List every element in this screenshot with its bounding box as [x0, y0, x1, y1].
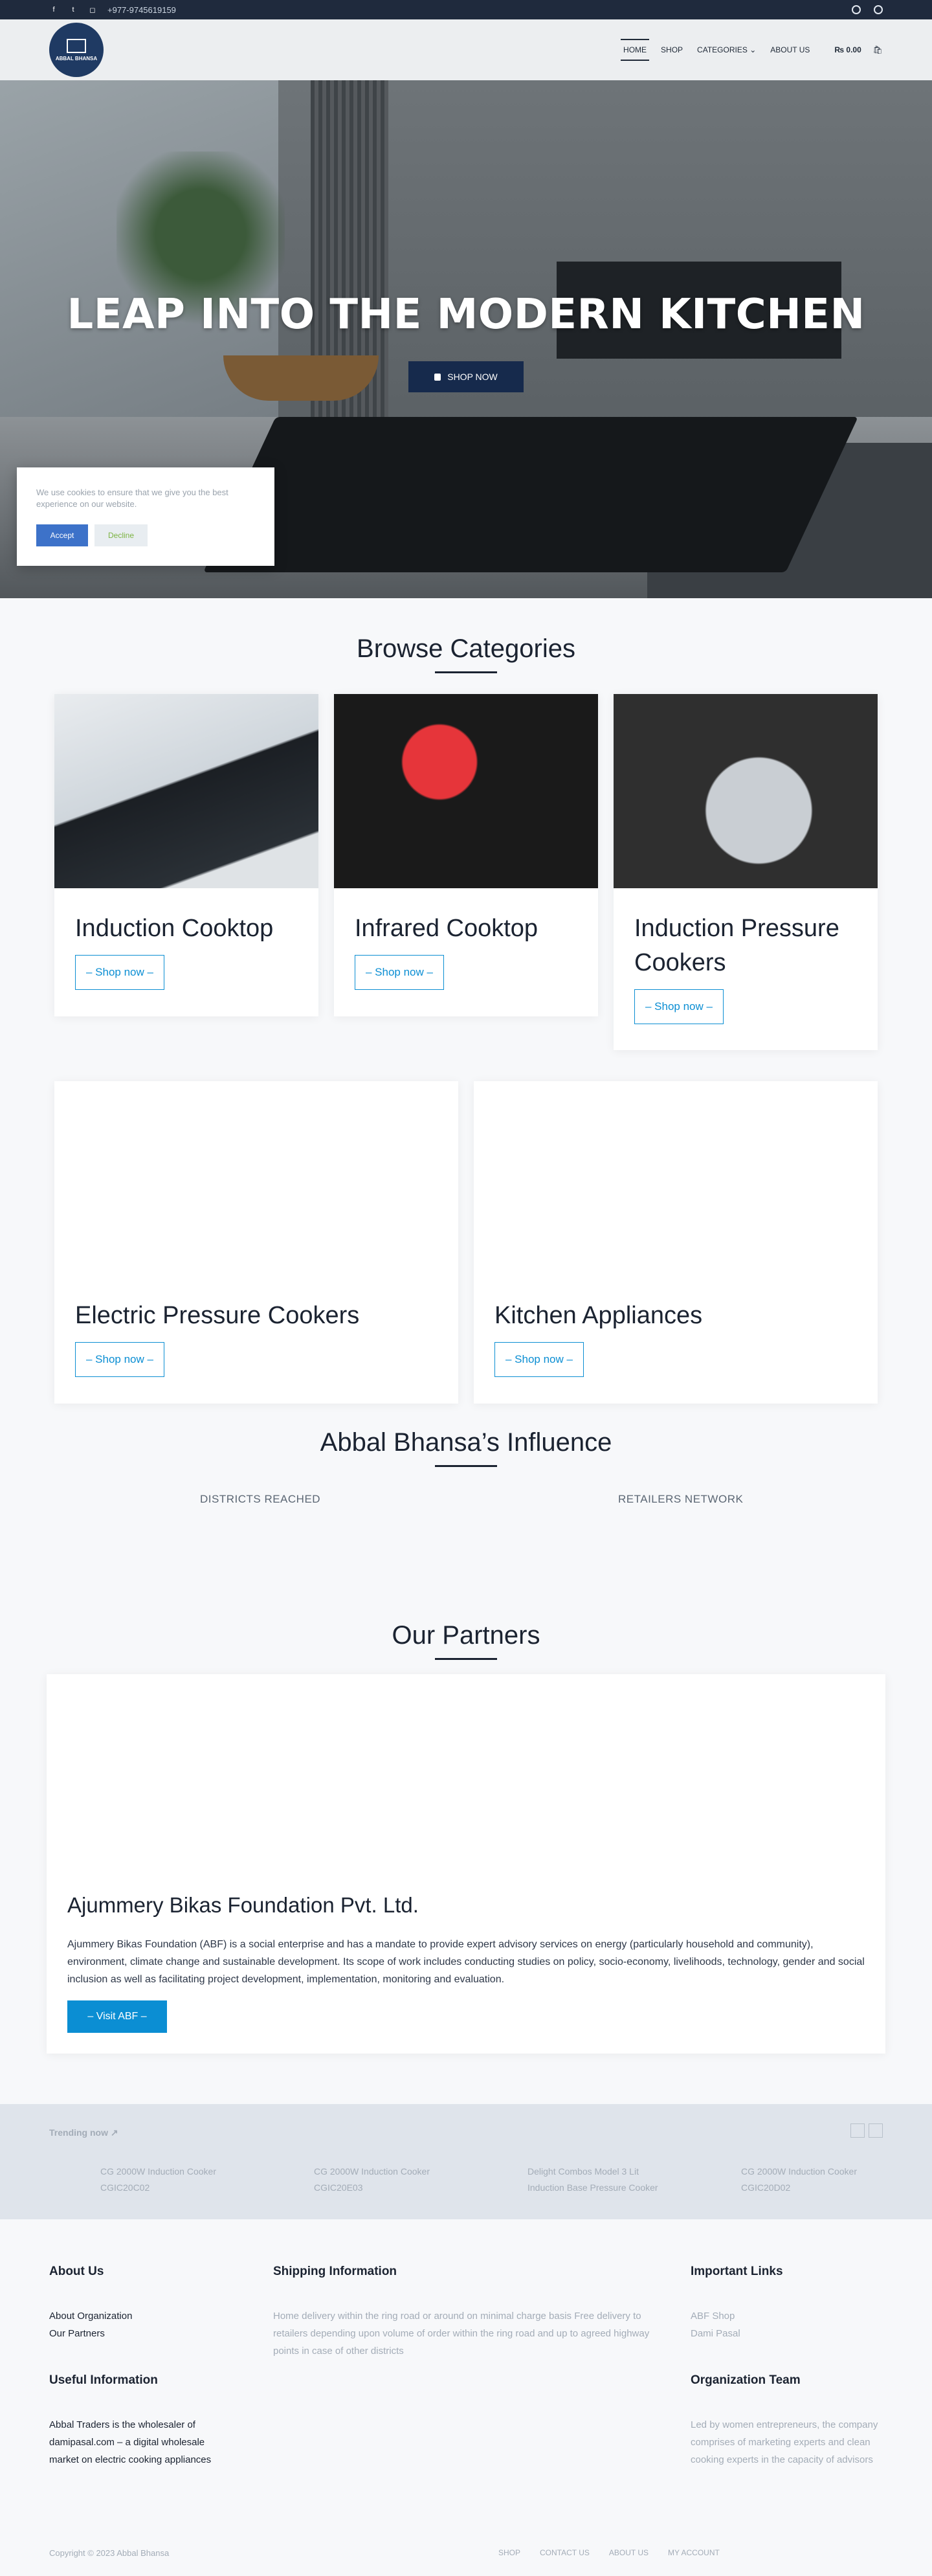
- partner-description: Ajummery Bikas Foundation (ABF) is a soc…: [67, 1939, 865, 1986]
- category-card[interactable]: Electric Pressure Cookers – Shop now –: [54, 1081, 458, 1404]
- trending-label: Trending now ↗: [49, 2127, 118, 2138]
- category-card[interactable]: Infrared Cooktop – Shop now –: [334, 694, 598, 1016]
- footer-about-title: About Us: [49, 2265, 104, 2278]
- bottom-link-account[interactable]: MY ACCOUNT: [668, 2548, 720, 2557]
- footer-team-title: Organization Team: [691, 2373, 801, 2387]
- footer-link-partners[interactable]: Our Partners: [49, 2325, 243, 2342]
- category-image: [54, 694, 318, 888]
- title-underline: [435, 1465, 497, 1467]
- hero-shop-button[interactable]: SHOP NOW: [408, 361, 524, 392]
- cookie-accept-button[interactable]: Accept: [36, 524, 88, 547]
- category-image: [474, 1081, 878, 1275]
- footer-shipping-text: Home delivery within the ring road or ar…: [273, 2311, 650, 2357]
- category-image: [334, 694, 598, 888]
- chevron-down-icon: ⌄: [749, 45, 757, 54]
- hero-title: LEAP INTO THE MODERN KITCHEN: [67, 291, 865, 339]
- shopping-bag-icon: [434, 373, 441, 381]
- visit-abf-button[interactable]: – Visit ABF –: [67, 2000, 167, 2033]
- category-name: Electric Pressure Cookers: [75, 1302, 360, 1329]
- shop-now-button[interactable]: – Shop now –: [494, 1342, 584, 1378]
- partner-name: Ajummery Bikas Foundation Pvt. Ltd.: [67, 1893, 419, 1917]
- facebook-icon[interactable]: f: [49, 5, 58, 14]
- trending-item[interactable]: Delight Combos Model 3 Lit Induction Base…: [527, 2164, 658, 2196]
- footer-useful: Useful Information Abbal Traders is the …: [49, 2373, 237, 2469]
- trending-section: Trending now ↗ CG 2000W Induction Cooker…: [0, 2104, 932, 2219]
- footer-team-text: Led by women entrepreneurs, the company …: [691, 2419, 878, 2465]
- footer-useful-title: Useful Information: [49, 2373, 158, 2387]
- trend-arrow-icon: ↗: [110, 2127, 118, 2138]
- category-name: Kitchen Appliances: [494, 1302, 703, 1329]
- category-image: [54, 1081, 458, 1275]
- top-bar: f t ◻ +977-9745619159: [0, 0, 932, 19]
- footer-about: About Us About Organization Our Partners: [49, 2265, 243, 2342]
- cart-icon[interactable]: 🛍: [873, 45, 883, 54]
- trending-item[interactable]: CG 2000W Induction Cooker CGIC20E03: [314, 2164, 430, 2196]
- trending-arrows: [850, 2123, 883, 2138]
- site-logo[interactable]: ABBAL BHANSA: [49, 23, 104, 77]
- cookie-notice: We use cookies to ensure that we give yo…: [17, 467, 274, 566]
- footer-link-abf-shop[interactable]: ABF Shop: [691, 2307, 885, 2325]
- nav-shop[interactable]: SHOP: [658, 40, 685, 60]
- influence-title: Abbal Bhansa’s Influence: [320, 1428, 612, 1457]
- shop-now-button[interactable]: – Shop now –: [75, 1342, 164, 1378]
- category-name: Infrared Cooktop: [355, 915, 538, 942]
- footer-team: Organization Team Led by women entrepren…: [691, 2373, 885, 2469]
- footer-links-title: Important Links: [691, 2265, 783, 2278]
- footer-links: Important Links ABF Shop Dami Pasal: [691, 2265, 885, 2342]
- footer-link-dami-pasal[interactable]: Dami Pasal: [691, 2325, 885, 2342]
- account-icon[interactable]: [852, 5, 861, 14]
- phone-number[interactable]: +977-9745619159: [107, 5, 176, 15]
- title-underline: [435, 1658, 497, 1660]
- category-card[interactable]: Induction Cooktop – Shop now –: [54, 694, 318, 1016]
- cart-total[interactable]: ₨ 0.00: [832, 40, 863, 60]
- cookie-text: We use cookies to ensure that we give yo…: [36, 487, 228, 510]
- main-nav: HOME SHOP CATEGORIES ⌄ ABOUT US ₨ 0.00 🛍: [621, 39, 883, 61]
- stat-districts: DISTRICTS REACHED: [200, 1493, 321, 1505]
- hero-cooktop: [203, 417, 858, 572]
- nav-about[interactable]: ABOUT US: [768, 40, 812, 60]
- prev-arrow-icon[interactable]: [850, 2123, 865, 2138]
- footer-shipping: Shipping Information Home delivery withi…: [273, 2265, 655, 2360]
- bottom-link-shop[interactable]: SHOP: [498, 2548, 520, 2557]
- browse-title: Browse Categories: [357, 634, 575, 663]
- partner-card: Ajummery Bikas Foundation Pvt. Ltd. Ajum…: [47, 1674, 885, 2054]
- footer-link-about-org[interactable]: About Organization: [49, 2307, 243, 2325]
- shop-now-button[interactable]: – Shop now –: [355, 955, 444, 991]
- bottom-link-contact[interactable]: CONTACT US: [540, 2548, 590, 2557]
- shop-now-button[interactable]: – Shop now –: [634, 989, 724, 1025]
- footer-bottom-links: SHOP CONTACT US ABOUT US MY ACCOUNT: [498, 2548, 720, 2557]
- title-underline: [435, 671, 497, 673]
- footer-bottom-bar: Copyright © 2023 Abbal Bhansa: [49, 2548, 883, 2558]
- category-name: Induction Pressure Cookers: [634, 915, 839, 977]
- search-icon[interactable]: [874, 5, 883, 14]
- logo-house-icon: [67, 38, 86, 53]
- influence-header: Abbal Bhansa’s Influence: [0, 1428, 932, 1467]
- footer-shipping-title: Shipping Information: [273, 2265, 397, 2278]
- nav-categories[interactable]: CATEGORIES ⌄: [694, 40, 759, 60]
- category-card[interactable]: Induction Pressure Cookers – Shop now –: [614, 694, 878, 1050]
- hero-fruit-bowl: [223, 355, 379, 401]
- shop-now-button[interactable]: – Shop now –: [75, 955, 164, 991]
- stat-retailers: RETAILERS NETWORK: [618, 1493, 744, 1505]
- partners-header: Our Partners: [0, 1621, 932, 1660]
- category-card[interactable]: Kitchen Appliances – Shop now –: [474, 1081, 878, 1404]
- footer-useful-text: Abbal Traders is the wholesaler of damip…: [49, 2419, 212, 2465]
- browse-categories-header: Browse Categories: [0, 634, 932, 673]
- trending-item[interactable]: CG 2000W Induction Cooker CGIC20C02: [100, 2164, 216, 2196]
- bottom-link-about[interactable]: ABOUT US: [609, 2548, 649, 2557]
- twitter-icon[interactable]: t: [69, 5, 78, 14]
- nav-home[interactable]: HOME: [621, 39, 650, 61]
- instagram-icon[interactable]: ◻: [88, 5, 97, 14]
- site-header: ABBAL BHANSA HOME SHOP CATEGORIES ⌄ ABOU…: [0, 19, 932, 80]
- trending-item[interactable]: CG 2000W Induction Cooker CGIC20D02: [741, 2164, 857, 2196]
- cookie-decline-button[interactable]: Decline: [94, 524, 148, 547]
- next-arrow-icon[interactable]: [869, 2123, 883, 2138]
- copyright: Copyright © 2023 Abbal Bhansa: [49, 2548, 170, 2558]
- category-name: Induction Cooktop: [75, 915, 274, 942]
- partners-title: Our Partners: [392, 1621, 540, 1650]
- category-image: [614, 694, 878, 888]
